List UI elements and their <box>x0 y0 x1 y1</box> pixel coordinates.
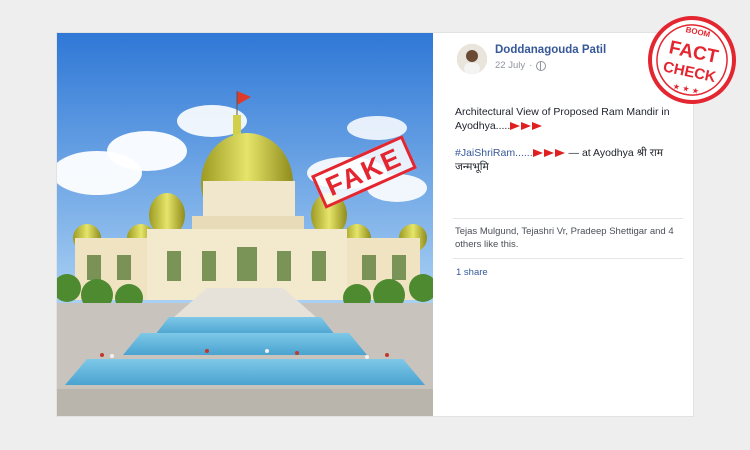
divider <box>453 258 683 259</box>
globe-icon <box>536 60 547 71</box>
red-flag-icon <box>554 149 565 158</box>
post-meta: 22 July · <box>495 60 547 71</box>
hashtag-link[interactable]: #JaiShriRam...... <box>455 147 533 159</box>
user-silhouette-icon <box>457 44 487 74</box>
red-flag-icon <box>532 122 543 131</box>
share-count[interactable]: 1 share <box>456 267 488 278</box>
red-flag-icon <box>521 122 532 131</box>
author-name[interactable]: Doddanagouda Patil <box>495 44 606 56</box>
red-flag-icon <box>510 122 521 131</box>
divider <box>453 218 683 219</box>
post-date[interactable]: 22 July <box>495 60 525 71</box>
fact-check-badge: BOOM FACT CHECK ★ ★ ★ <box>648 16 736 104</box>
temple-illustration <box>57 33 433 416</box>
red-flag-icon <box>543 149 554 158</box>
post-line-1: Architectural View of Proposed Ram Mandi… <box>455 105 680 133</box>
avatar[interactable] <box>457 44 487 74</box>
post-text-line1: Architectural View of Proposed Ram Mandi… <box>455 106 670 132</box>
red-flag-icon <box>532 149 543 158</box>
post-photo[interactable] <box>57 33 433 416</box>
post-line-2: #JaiShriRam...... — at Ayodhya श्री राम … <box>455 146 680 174</box>
facebook-post-card: Doddanagouda Patil 22 July · Architectur… <box>57 33 693 416</box>
likes-summary[interactable]: Tejas Mulgund, Tejashri Vr, Pradeep Shet… <box>455 225 683 251</box>
